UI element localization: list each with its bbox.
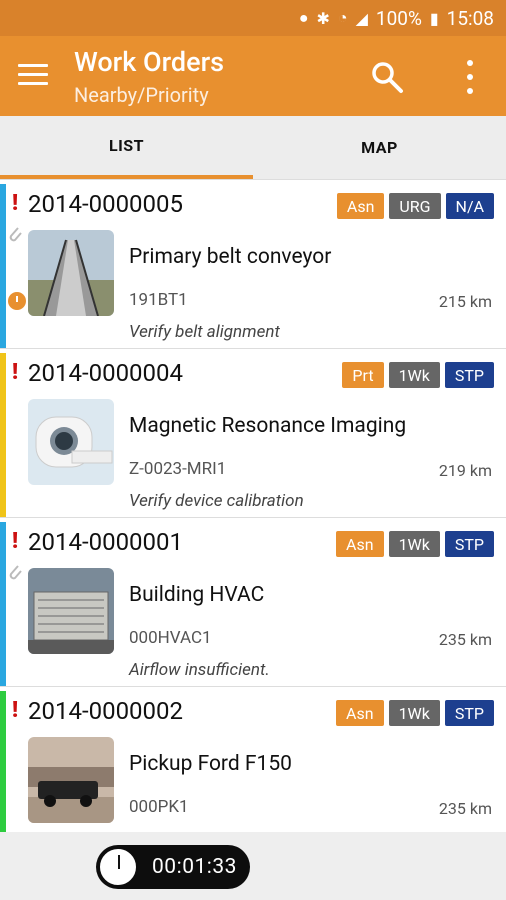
app-bar: Work Orders Nearby/Priority <box>0 36 506 116</box>
work-order-number: 2014-0000001 <box>28 528 184 556</box>
distance: 235 km <box>438 630 492 649</box>
status-badge: Asn <box>336 193 385 219</box>
work-order-number: 2014-0000004 <box>28 359 184 387</box>
type-badge: N/A <box>445 193 494 219</box>
stopwatch-time: 00:01:33 <box>152 855 237 879</box>
tab-bar: LIST MAP <box>0 116 506 180</box>
distance: 215 km <box>438 292 492 311</box>
asset-thumbnail <box>28 568 114 654</box>
bluetooth-icon: ✱ <box>316 8 330 28</box>
work-order-note: Verify device calibration <box>129 491 304 511</box>
menu-icon[interactable] <box>18 64 48 88</box>
status-badge: Asn <box>336 700 384 726</box>
asset-code: 000PK1 <box>129 797 189 817</box>
asset-name: Pickup Ford F150 <box>129 752 292 776</box>
asset-name: Magnetic Resonance Imaging <box>129 414 407 438</box>
distance: 235 km <box>438 799 492 818</box>
signal-icon: ◢ <box>355 8 368 28</box>
priority-accent <box>0 184 6 348</box>
asset-name: Building HVAC <box>129 583 265 607</box>
work-order-card[interactable]: ! 2014-0000001 Asn 1Wk STP Building HVAC… <box>0 518 506 687</box>
priority-alert-icon: ! <box>12 191 19 216</box>
attachment-icon <box>9 565 22 580</box>
battery-percent: 100% <box>375 6 422 30</box>
priority-accent <box>0 522 6 686</box>
urgency-badge: URG <box>389 193 441 219</box>
badge-group: Asn 1Wk STP <box>336 531 494 557</box>
distance: 219 km <box>438 461 492 480</box>
urgency-badge: 1Wk <box>388 531 440 557</box>
asset-code: Z-0023-MRI1 <box>129 459 227 479</box>
tab-map[interactable]: MAP <box>253 116 506 179</box>
priority-accent <box>0 353 6 517</box>
wifi-icon: ◔ <box>337 8 348 27</box>
stopwatch-button[interactable]: 00:01:33 <box>96 845 250 889</box>
urgency-badge: 1Wk <box>388 700 440 726</box>
work-order-number: 2014-0000002 <box>28 697 184 725</box>
asset-thumbnail <box>28 399 114 485</box>
asset-name: Primary belt conveyor <box>129 245 332 269</box>
priority-alert-icon: ! <box>12 529 19 554</box>
attachment-icon <box>9 227 22 242</box>
work-order-card[interactable]: ! 2014-0000004 Prt 1Wk STP Magnetic Reso… <box>0 349 506 518</box>
asset-thumbnail <box>28 230 114 316</box>
asset-code: 000HVAC1 <box>129 628 212 648</box>
work-order-number: 2014-0000005 <box>28 190 184 218</box>
timer-icon <box>8 292 26 310</box>
tab-list[interactable]: LIST <box>0 116 253 179</box>
asset-thumbnail <box>28 737 114 823</box>
urgency-badge: 1Wk <box>388 362 440 388</box>
badge-group: Prt 1Wk STP <box>342 362 494 388</box>
location-icon: ● <box>298 8 309 27</box>
search-icon[interactable] <box>370 60 404 94</box>
work-order-card[interactable]: ! 2014-0000005 Asn URG N/A Primary belt … <box>0 180 506 349</box>
status-time: 15:08 <box>446 6 494 30</box>
badge-group: Asn URG N/A <box>336 193 494 219</box>
clock-icon <box>98 847 138 887</box>
work-order-list: ! 2014-0000005 Asn URG N/A Primary belt … <box>0 180 506 856</box>
status-bar: ● ✱ ◔ ◢ 100% ▮ 15:08 <box>0 0 506 36</box>
page-subtitle: Nearby/Priority <box>74 83 209 107</box>
battery-icon: ▮ <box>429 8 439 28</box>
priority-alert-icon: ! <box>12 698 19 723</box>
more-options-icon[interactable] <box>464 60 476 94</box>
work-order-note: Airflow insufficient. <box>129 660 270 680</box>
work-order-note: Verify belt alignment <box>129 322 280 342</box>
type-badge: STP <box>444 362 494 388</box>
status-badge: Asn <box>336 531 384 557</box>
badge-group: Asn 1Wk STP <box>336 700 494 726</box>
asset-code: 191BT1 <box>129 290 188 310</box>
priority-alert-icon: ! <box>12 360 19 385</box>
priority-accent <box>0 691 6 855</box>
status-badge: Prt <box>342 362 384 388</box>
type-badge: STP <box>444 700 494 726</box>
page-title: Work Orders <box>74 46 225 78</box>
work-order-card[interactable]: ! 2014-0000002 Asn 1Wk STP Pickup Ford F… <box>0 687 506 856</box>
bottom-bar: 00:01:33 <box>0 832 506 900</box>
type-badge: STP <box>444 531 494 557</box>
